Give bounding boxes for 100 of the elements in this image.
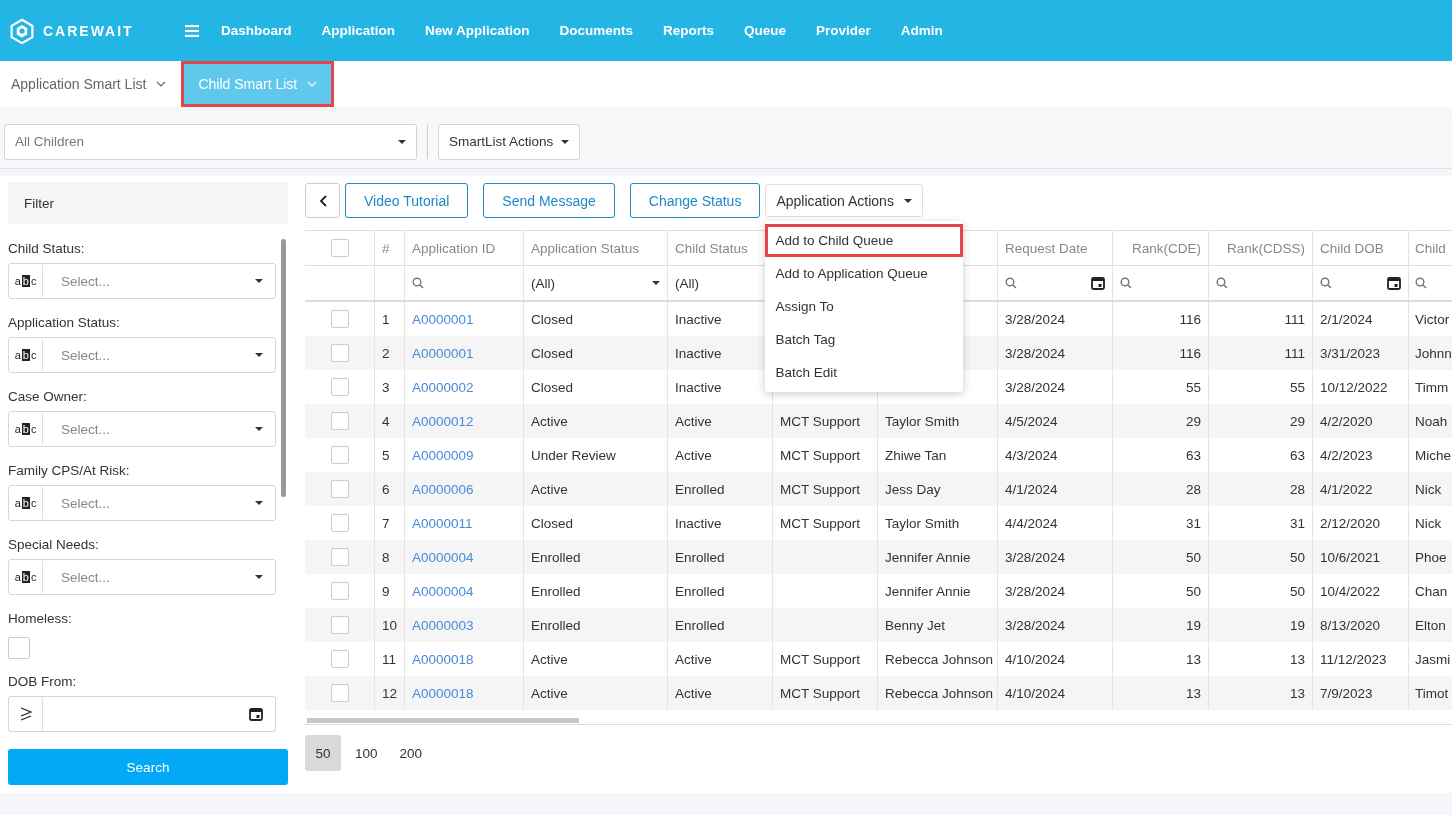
table-cell: Noah xyxy=(1415,413,1448,429)
table-cell: Inactive xyxy=(675,515,722,531)
column-header[interactable]: Rank(CDSS) xyxy=(1227,240,1305,256)
application-id-link[interactable]: A0000002 xyxy=(412,379,474,395)
table-cell: Closed xyxy=(531,311,574,327)
application-id-link[interactable]: A0000012 xyxy=(412,413,474,429)
table-cell: Jennifer Annie xyxy=(885,583,971,599)
action-button[interactable]: Send Message xyxy=(483,183,615,218)
select-field[interactable]: abc Select... xyxy=(8,559,276,595)
table-cell: 2/12/2020 xyxy=(1320,515,1381,531)
application-id-link[interactable]: A0000004 xyxy=(412,583,474,599)
column-header[interactable]: Request Date xyxy=(1005,240,1088,256)
application-id-link[interactable]: A0000006 xyxy=(412,481,474,497)
column-header[interactable]: # xyxy=(382,240,390,256)
application-id-link[interactable]: A0000018 xyxy=(412,685,474,701)
table-cell: 11/12/2023 xyxy=(1320,651,1387,667)
column-header[interactable]: Rank(CDE) xyxy=(1132,240,1201,256)
table-cell: Inactive xyxy=(675,379,722,395)
column-header[interactable]: Child DOB xyxy=(1320,240,1384,256)
list-select[interactable]: All Children xyxy=(4,123,417,160)
table-cell: 13 xyxy=(1185,651,1201,667)
smart-list-tab[interactable]: Application Smart List xyxy=(3,64,175,104)
menu-item[interactable]: Batch Tag xyxy=(765,323,964,356)
field-label: DOB From: xyxy=(8,673,78,691)
page-size-option[interactable]: 100 xyxy=(347,735,386,771)
field-label: Homeless: xyxy=(8,610,73,628)
table-cell: Elton xyxy=(1415,617,1446,633)
nav-link[interactable]: New Application xyxy=(425,23,530,38)
menu-item[interactable]: Batch Edit xyxy=(765,356,964,389)
column-header[interactable]: Application ID xyxy=(412,240,496,256)
table-cell: 116 xyxy=(1179,345,1201,361)
table-cell: 19 xyxy=(1289,617,1305,633)
table-cell: 31 xyxy=(1185,515,1201,531)
table-cell: Enrolled xyxy=(675,481,725,497)
brand-name: CAREWAIT xyxy=(43,22,134,39)
table-cell: Inactive xyxy=(675,311,722,327)
operator-button[interactable]: abc xyxy=(9,264,43,298)
action-button[interactable]: Video Tutorial xyxy=(345,183,469,218)
smartlist-actions-button[interactable]: SmartList Actions xyxy=(438,123,581,160)
menu-item[interactable]: Add to Child Queue xyxy=(765,224,964,257)
select-field[interactable]: abc Select... xyxy=(8,263,276,299)
operator-button[interactable]: abc xyxy=(9,412,43,446)
table-cell: Benny Jet xyxy=(885,617,946,633)
table-cell: 4/1/2022 xyxy=(1320,481,1373,497)
menu-item[interactable]: Add to Application Queue xyxy=(765,257,964,290)
smart-list-tab[interactable]: Child Smart List xyxy=(184,64,332,104)
search-button[interactable]: Search xyxy=(8,749,288,785)
table-cell: MCT Support xyxy=(780,685,861,701)
table-cell: Active xyxy=(675,651,712,667)
action-button[interactable]: Change Status xyxy=(629,183,761,218)
operator-button[interactable]: abc xyxy=(9,560,43,594)
table-cell: Jennifer Annie xyxy=(885,549,971,565)
application-actions-button[interactable]: Application Actions xyxy=(765,184,923,217)
nav-link[interactable]: Documents xyxy=(559,23,634,38)
field-label: Child Status: xyxy=(8,240,86,258)
table-cell: Enrolled xyxy=(675,549,725,565)
table-cell: 50 xyxy=(1289,583,1305,599)
application-id-link[interactable]: A0000001 xyxy=(412,311,474,327)
table-cell: Timm xyxy=(1415,379,1449,395)
nav-link[interactable]: Provider xyxy=(816,23,871,38)
table-cell: MCT Support xyxy=(780,481,861,497)
table-cell: 4/10/2024 xyxy=(1005,651,1066,667)
application-id-link[interactable]: A0000003 xyxy=(412,617,474,633)
application-id-link[interactable]: A0000018 xyxy=(412,651,474,667)
table-cell: Zhiwe Tan xyxy=(885,447,947,463)
application-id-link[interactable]: A0000009 xyxy=(412,447,474,463)
nav-link[interactable]: Admin xyxy=(900,23,943,38)
table-cell: 13 xyxy=(1289,651,1305,667)
table-cell: 4/10/2024 xyxy=(1005,685,1066,701)
table-cell: 12 xyxy=(382,685,398,701)
table-cell: 10/4/2022 xyxy=(1320,583,1381,599)
nav-link[interactable]: Application xyxy=(321,23,395,38)
menu-item[interactable]: Assign To xyxy=(765,290,964,323)
table-cell: 31 xyxy=(1289,515,1305,531)
application-id-link[interactable]: A0000011 xyxy=(412,515,473,531)
nav-link[interactable]: Reports xyxy=(663,23,715,38)
select-field[interactable]: abc Select... xyxy=(8,485,276,521)
table-cell: Closed xyxy=(531,379,574,395)
select-field[interactable]: abc Select... xyxy=(8,411,276,447)
table-cell: 2/1/2024 xyxy=(1320,311,1373,327)
table-cell: Taylor Smith xyxy=(885,413,960,429)
column-header[interactable]: Application Status xyxy=(531,240,640,256)
table-cell: 8/13/2020 xyxy=(1320,617,1381,633)
operator-button[interactable]: abc xyxy=(9,486,43,520)
operator-button[interactable]: abc xyxy=(9,338,43,372)
column-header[interactable]: Child xyxy=(1415,240,1446,256)
column-header[interactable]: Child Status xyxy=(675,240,748,256)
field-label: Special Needs: xyxy=(8,536,100,554)
select-field[interactable]: abc Select... xyxy=(8,337,276,373)
nav-link[interactable]: Queue xyxy=(744,23,787,38)
application-id-link[interactable]: A0000004 xyxy=(412,549,474,565)
page-size-option[interactable]: 200 xyxy=(391,735,431,771)
page-size-option[interactable]: 50 xyxy=(305,735,341,771)
table-cell: 3/28/2024 xyxy=(1005,549,1066,565)
nav-link[interactable]: Dashboard xyxy=(221,23,292,38)
filter-value[interactable]: (All) xyxy=(531,275,555,291)
filter-value[interactable]: (All) xyxy=(675,275,699,291)
application-id-link[interactable]: A0000001 xyxy=(412,345,474,361)
table-cell: Active xyxy=(531,481,568,497)
table-cell: Nick xyxy=(1415,481,1442,497)
